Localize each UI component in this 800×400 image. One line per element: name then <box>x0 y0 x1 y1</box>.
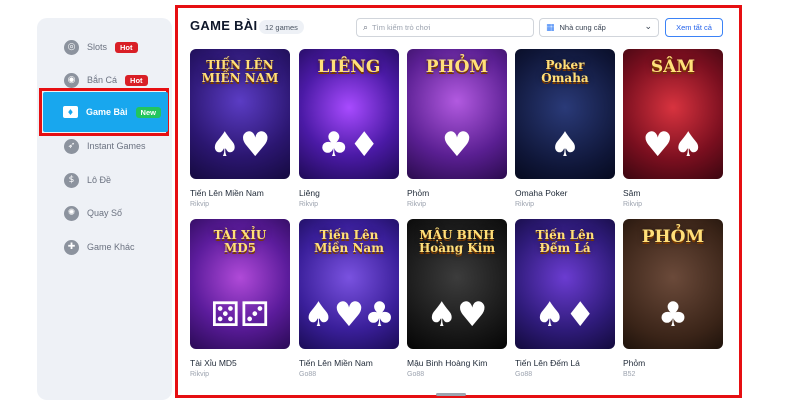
game-logo: LIÊNG <box>317 57 381 77</box>
game-card[interactable]: Tiến Lên Đếm Lá ♠♦ Tiến Lên Đếm Lá Go88 <box>515 219 615 378</box>
game-name[interactable]: Phỏm <box>623 358 723 368</box>
provider-select[interactable]: ▦ Nhà cung cấp ⌄ <box>539 18 659 37</box>
game-logo: PHỎM <box>425 57 489 77</box>
playing-cards-icon: ♠♥ <box>209 125 271 165</box>
game-card[interactable]: SÂM ♥♠ Sâm Rikvip <box>623 49 723 208</box>
sidebar-item-label: Slots <box>87 42 108 52</box>
game-logo: Poker Omaha <box>541 58 589 85</box>
sidebar-item-label: Game Bài <box>86 107 128 117</box>
puzzle-icon: ✚ <box>64 239 79 255</box>
playing-cards-icon: ♥ <box>441 125 473 165</box>
dollar-icon: $ <box>64 172 79 188</box>
game-logo: MẬU BINH Hoàng Kim <box>418 228 496 255</box>
page-title: GAME BÀI <box>190 18 258 33</box>
search-input[interactable] <box>372 23 523 32</box>
sidebar-item-slots[interactable]: ◎ Slots Hot <box>64 35 138 59</box>
sidebar-item-label: Game Khác <box>87 242 135 252</box>
search-icon: ⌕ <box>363 22 369 33</box>
grid-icon: ▦ <box>546 22 555 33</box>
sidebar-item-label: Instant Games <box>87 141 146 151</box>
game-card[interactable]: TÀI XỈU MD5 ⚄⚂ Tài Xỉu MD5 Rikvip <box>190 219 290 378</box>
slot-machine-icon: ◎ <box>64 39 79 55</box>
game-card[interactable]: PHỎM ♥ Phỏm Rikvip <box>407 49 507 208</box>
sidebar-item-quay-so[interactable]: ✺ Quay Số <box>64 201 122 225</box>
playing-cards-icon: ♣♦ <box>318 125 380 165</box>
game-name[interactable]: Tài Xỉu MD5 <box>190 358 290 368</box>
search-box[interactable]: ⌕ <box>356 18 534 37</box>
game-card[interactable]: PHỎM ♣ Phỏm B52 <box>623 219 723 378</box>
rocket-icon: ➶ <box>64 138 79 154</box>
game-thumbnail[interactable]: PHỎM ♣ <box>623 219 723 349</box>
game-thumbnail[interactable]: SÂM ♥♠ <box>623 49 723 179</box>
game-provider: Go88 <box>407 371 425 378</box>
game-thumbnail[interactable]: TÀI XỈU MD5 ⚄⚂ <box>190 219 290 349</box>
game-card[interactable]: MẬU BINH Hoàng Kim ♠♥ Mậu Binh Hoàng Kim Go… <box>407 219 507 378</box>
sidebar-item-game-khac[interactable]: ✚ Game Khác <box>64 235 135 259</box>
game-thumbnail[interactable]: TIẾN LÊN MIỀN NAM ♠♥ <box>190 49 290 179</box>
sidebar-item-lo-de[interactable]: $ Lô Đề <box>64 168 111 192</box>
sidebar-item-label: Bắn Cá <box>87 75 118 85</box>
game-thumbnail[interactable]: Tiến Lên Miền Nam ♠♥♣ <box>299 219 399 349</box>
game-provider: Rikvip <box>623 201 643 208</box>
game-name[interactable]: Liêng <box>299 188 399 198</box>
hot-badge: Hot <box>125 74 148 86</box>
provider-label: Nhà cung cấp <box>559 23 606 32</box>
playing-cards-icon: ♥♠ <box>642 125 704 165</box>
playing-cards-icon: ⚄⚂ <box>210 295 270 335</box>
see-all-button[interactable]: Xem tất cả <box>665 18 723 37</box>
sidebar-item-label: Lô Đề <box>87 175 112 185</box>
new-badge: New <box>135 106 161 118</box>
game-provider: Go88 <box>299 371 317 378</box>
game-logo: TÀI XỈU MD5 <box>213 228 267 255</box>
game-name[interactable]: Sâm <box>623 188 723 198</box>
game-name[interactable]: Phỏm <box>407 188 507 198</box>
game-thumbnail[interactable]: LIÊNG ♣♦ <box>299 49 399 179</box>
game-provider: Rikvip <box>299 201 319 208</box>
chevron-down-icon: ⌄ <box>644 22 652 32</box>
game-thumbnail[interactable]: MẬU BINH Hoàng Kim ♠♥ <box>407 219 507 349</box>
scrollbar-thumb[interactable] <box>436 393 466 396</box>
game-card[interactable]: TIẾN LÊN MIỀN NAM ♠♥ Tiến Lên Miền Nam Rikv… <box>190 49 290 208</box>
fish-icon: ◉ <box>64 72 79 88</box>
game-provider: Go88 <box>515 371 533 378</box>
playing-cards-icon: ♠♥♣ <box>303 295 395 335</box>
game-logo: SÂM <box>650 57 696 77</box>
hot-badge: Hot <box>115 41 138 53</box>
lottery-wheel-icon: ✺ <box>64 205 79 221</box>
game-name[interactable]: Tiến Lên Miền Nam <box>299 358 399 368</box>
game-name[interactable]: Omaha Poker <box>515 188 615 198</box>
sidebar-item-game-bai[interactable]: ♦ Game Bài New <box>43 92 168 132</box>
sidebar-item-instant-games[interactable]: ➶ Instant Games <box>64 134 146 158</box>
game-count-badge: 12 games <box>259 20 304 34</box>
game-logo: Tiến Lên Đếm Lá <box>535 228 595 255</box>
cards-icon: ♦ <box>63 106 78 118</box>
game-card[interactable]: Poker Omaha ♠ Omaha Poker Rikvip <box>515 49 615 208</box>
game-name[interactable]: Tiến Lên Đếm Lá <box>515 358 615 368</box>
playing-cards-icon: ♠ <box>549 125 581 165</box>
game-provider: Rikvip <box>190 371 210 378</box>
game-name[interactable]: Mậu Binh Hoàng Kim <box>407 358 507 368</box>
game-name[interactable]: Tiến Lên Miền Nam <box>190 188 290 198</box>
game-provider: Rikvip <box>515 201 535 208</box>
game-provider: B52 <box>623 371 636 378</box>
game-logo: Tiến Lên Miền Nam <box>314 228 384 255</box>
playing-cards-icon: ♠♥ <box>426 295 488 335</box>
game-logo: PHỎM <box>641 227 705 247</box>
game-logo: TIẾN LÊN MIỀN NAM <box>201 58 279 85</box>
game-card[interactable]: LIÊNG ♣♦ Liêng Rikvip <box>299 49 399 208</box>
game-thumbnail[interactable]: Poker Omaha ♠ <box>515 49 615 179</box>
game-card[interactable]: Tiến Lên Miền Nam ♠♥♣ Tiến Lên Miền Nam Go8… <box>299 219 399 378</box>
sidebar-item-label: Quay Số <box>87 208 123 218</box>
game-provider: Rikvip <box>190 201 210 208</box>
game-thumbnail[interactable]: PHỎM ♥ <box>407 49 507 179</box>
game-provider: Rikvip <box>407 201 427 208</box>
playing-cards-icon: ♣ <box>657 295 689 335</box>
playing-cards-icon: ♠♦ <box>534 295 596 335</box>
game-thumbnail[interactable]: Tiến Lên Đếm Lá ♠♦ <box>515 219 615 349</box>
